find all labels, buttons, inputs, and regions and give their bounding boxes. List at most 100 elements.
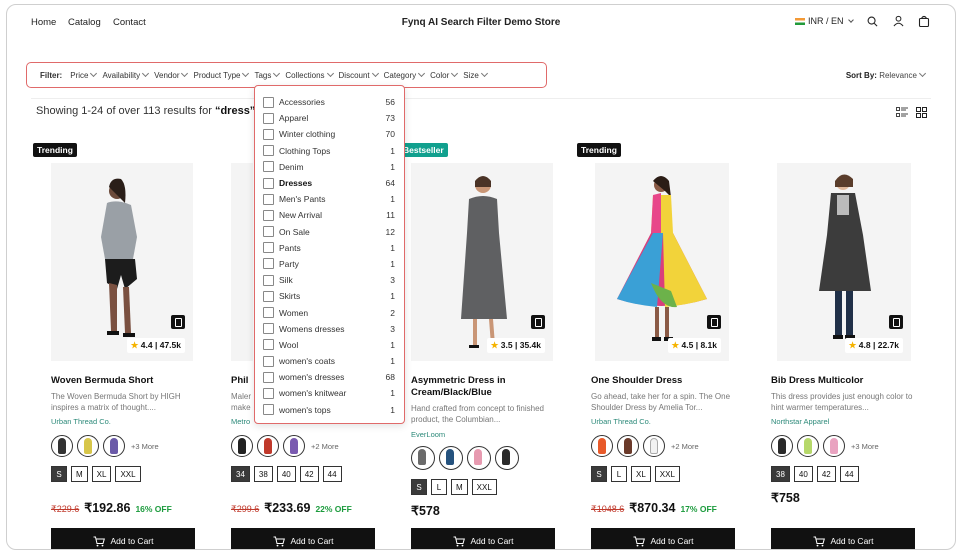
- tag-option[interactable]: Pants 1: [255, 240, 404, 256]
- checkbox[interactable]: [263, 339, 274, 351]
- product-card[interactable]: ★ 4.8 | 22.7k Bib Dress Multicolor This …: [771, 143, 921, 549]
- size-option[interactable]: L: [431, 479, 447, 495]
- checkbox[interactable]: [263, 209, 274, 221]
- product-image[interactable]: [231, 163, 253, 361]
- checkbox[interactable]: [263, 177, 274, 189]
- color-swatch[interactable]: [823, 435, 845, 457]
- filter-availability[interactable]: Availability: [102, 69, 150, 80]
- product-vendor[interactable]: Urban Thread Co.: [51, 417, 111, 426]
- size-option[interactable]: 44: [322, 466, 342, 482]
- checkbox[interactable]: [263, 371, 274, 383]
- product-name[interactable]: Woven Bermuda Short: [51, 375, 201, 387]
- size-option[interactable]: 40: [793, 466, 813, 482]
- tag-option[interactable]: Womens dresses 3: [255, 321, 404, 337]
- compare-icon[interactable]: [171, 315, 185, 329]
- size-option[interactable]: L: [611, 466, 627, 482]
- tag-option[interactable]: New Arrival 11: [255, 207, 404, 223]
- more-colors-link[interactable]: +3 More: [851, 442, 879, 451]
- size-option[interactable]: XXL: [115, 466, 141, 482]
- product-card[interactable]: Trending ★ 4.5 | 8.1k One Shoulder Dress…: [577, 143, 735, 549]
- filter-price[interactable]: Price: [70, 69, 98, 80]
- product-image[interactable]: ★ 4.4 | 47.5k: [51, 163, 193, 361]
- color-swatch[interactable]: [797, 435, 819, 457]
- filter-size[interactable]: Size: [463, 69, 488, 80]
- tag-option[interactable]: Denim 1: [255, 159, 404, 175]
- add-to-cart-button[interactable]: Add to Cart: [411, 528, 555, 549]
- checkbox[interactable]: [263, 323, 274, 335]
- checkbox[interactable]: [263, 258, 274, 270]
- checkbox[interactable]: [263, 387, 274, 399]
- size-option[interactable]: M: [451, 479, 468, 495]
- size-option[interactable]: 44: [839, 466, 859, 482]
- checkbox[interactable]: [263, 112, 274, 124]
- more-colors-link[interactable]: +2 More: [671, 442, 699, 451]
- more-colors-link[interactable]: +3 More: [131, 442, 159, 451]
- checkbox[interactable]: [263, 128, 274, 140]
- tag-option[interactable]: Dresses 64: [255, 175, 404, 191]
- product-vendor[interactable]: Metro: [231, 417, 250, 426]
- checkbox[interactable]: [263, 161, 274, 173]
- more-colors-link[interactable]: +2 More: [311, 442, 339, 451]
- filter-product-type[interactable]: Product Type: [193, 69, 250, 80]
- tag-option[interactable]: Women 2: [255, 304, 404, 320]
- color-swatch[interactable]: [283, 435, 305, 457]
- size-option[interactable]: 42: [299, 466, 319, 482]
- color-swatch[interactable]: [231, 435, 253, 457]
- tag-option[interactable]: Accessories 56: [255, 94, 404, 110]
- size-option[interactable]: XXL: [654, 466, 680, 482]
- tag-option[interactable]: Apparel 73: [255, 110, 404, 126]
- size-option[interactable]: 42: [816, 466, 836, 482]
- currency-selector[interactable]: INR / EN: [794, 16, 854, 26]
- checkbox[interactable]: [263, 355, 274, 367]
- tag-option[interactable]: On Sale 12: [255, 224, 404, 240]
- compare-icon[interactable]: [889, 315, 903, 329]
- product-name[interactable]: Bib Dress Multicolor: [771, 375, 921, 387]
- product-image[interactable]: ★ 3.5 | 35.4k: [411, 163, 553, 361]
- color-swatch[interactable]: [617, 435, 639, 457]
- cart-bag-icon[interactable]: [917, 14, 931, 28]
- tag-option[interactable]: women's dresses 68: [255, 369, 404, 385]
- checkbox[interactable]: [263, 145, 274, 157]
- product-vendor[interactable]: EverLoom: [411, 430, 445, 439]
- account-icon[interactable]: [891, 14, 905, 28]
- filter-vendor[interactable]: Vendor: [154, 69, 189, 80]
- filter-discount[interactable]: Discount: [339, 69, 379, 80]
- tag-option[interactable]: Party 1: [255, 256, 404, 272]
- filter-color[interactable]: Color: [430, 69, 459, 80]
- size-option[interactable]: S: [591, 466, 607, 482]
- size-option[interactable]: 38: [771, 466, 790, 482]
- filter-collections[interactable]: Collections: [285, 69, 334, 80]
- product-vendor[interactable]: Urban Thread Co.: [591, 417, 651, 426]
- tag-option[interactable]: Wool 1: [255, 337, 404, 353]
- checkbox[interactable]: [263, 226, 274, 238]
- size-option[interactable]: S: [51, 466, 67, 482]
- checkbox[interactable]: [263, 274, 274, 286]
- compare-icon[interactable]: [707, 315, 721, 329]
- filter-category[interactable]: Category: [384, 69, 426, 80]
- checkbox[interactable]: [263, 193, 274, 205]
- grid-view-icon[interactable]: [916, 105, 927, 123]
- checkbox[interactable]: [263, 290, 274, 302]
- search-icon[interactable]: [865, 14, 879, 28]
- tag-option[interactable]: Clothing Tops 1: [255, 143, 404, 159]
- color-swatch[interactable]: [439, 446, 463, 470]
- product-name[interactable]: Asymmetric Dress in Cream/Black/Blue: [411, 375, 547, 399]
- list-view-icon[interactable]: [896, 105, 908, 123]
- size-option[interactable]: XL: [91, 466, 112, 482]
- tag-option[interactable]: women's knitwear 1: [255, 385, 404, 401]
- color-swatch[interactable]: [771, 435, 793, 457]
- checkbox[interactable]: [263, 242, 274, 254]
- product-name[interactable]: One Shoulder Dress: [591, 375, 741, 387]
- color-swatch[interactable]: [643, 435, 665, 457]
- color-swatch[interactable]: [257, 435, 279, 457]
- tag-option[interactable]: women's tops 1: [255, 402, 404, 418]
- filter-tags[interactable]: Tags: [254, 69, 281, 80]
- color-swatch[interactable]: [51, 435, 73, 457]
- size-option[interactable]: M: [71, 466, 88, 482]
- color-swatch[interactable]: [467, 446, 491, 470]
- add-to-cart-button[interactable]: Add to Cart: [231, 528, 375, 549]
- color-swatch[interactable]: [495, 446, 519, 470]
- checkbox[interactable]: [263, 96, 274, 108]
- product-image[interactable]: ★ 4.5 | 8.1k: [595, 163, 729, 361]
- color-swatch[interactable]: [591, 435, 613, 457]
